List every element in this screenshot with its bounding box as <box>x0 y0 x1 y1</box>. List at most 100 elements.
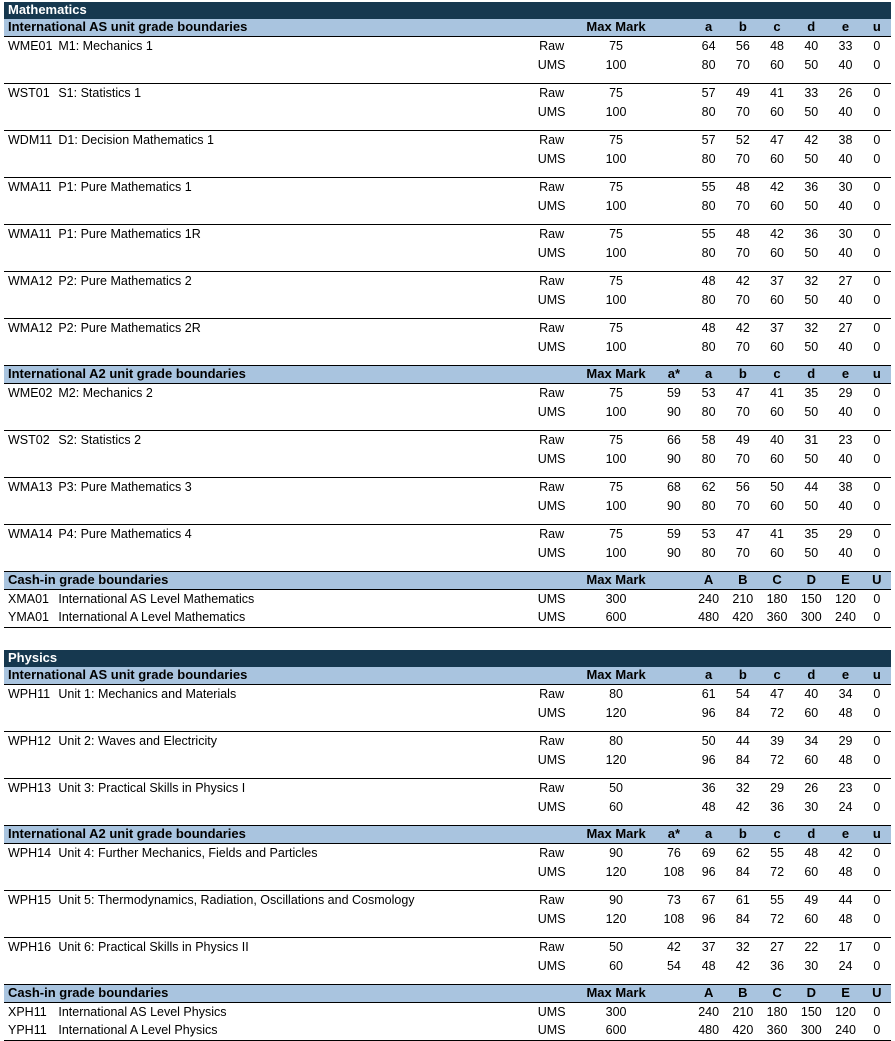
grade-value: 80 <box>701 198 716 213</box>
grade-header: D <box>794 571 829 590</box>
mark-type: Raw <box>539 273 565 288</box>
unit-code: XMA01 <box>8 591 49 606</box>
grade-header: A <box>691 571 726 590</box>
mark-type: UMS <box>537 545 566 560</box>
max-mark-value: 100 <box>605 198 627 213</box>
grade-value: 70 <box>735 245 750 260</box>
grade-value: 64 <box>701 38 716 53</box>
row-separator <box>4 722 891 732</box>
max-mark-value: 50 <box>609 939 624 954</box>
grade-value: 57 <box>701 85 716 100</box>
grade-value: 70 <box>735 498 750 513</box>
grade-value: 240 <box>698 591 720 606</box>
section-header-cashin: Cash-in grade boundaries Max Mark A B C D E U <box>4 984 891 1003</box>
grade-value: 60 <box>770 498 784 513</box>
grade-value: 60 <box>770 104 784 119</box>
unit-title <box>56 704 525 723</box>
grade-value: 0 <box>873 245 881 260</box>
grade-value: 50 <box>804 404 819 419</box>
grade-header: C <box>759 571 795 590</box>
unit-title: International AS Level Mathematics <box>58 591 255 606</box>
mark-type: Raw <box>539 38 565 53</box>
grade-value: 47 <box>770 132 784 147</box>
unit-raw-row: WMA12 P2: Pure Mathematics 2R Raw 75 48 42 37 3… <box>4 319 891 338</box>
grade-header: b <box>725 365 760 384</box>
grade-value: 0 <box>873 591 881 606</box>
unit-code: XPH11 <box>8 1004 47 1019</box>
unit-raw-row: WPH11 Unit 1: Mechanics and Materials Raw 8… <box>4 685 891 704</box>
max-mark-header: Max Mark <box>581 571 657 590</box>
max-mark-value: 75 <box>609 273 623 288</box>
mark-type: UMS <box>537 864 566 879</box>
grade-header: E <box>828 984 863 1003</box>
unit-code <box>4 450 56 469</box>
grade-value: 42 <box>770 226 784 241</box>
mark-type: UMS <box>537 591 566 606</box>
unit-title <box>56 103 525 122</box>
grade-header: a* <box>656 365 692 384</box>
unit-ums-row: UMS 100 80 70 60 50 40 0 <box>4 244 891 263</box>
grade-value: 0 <box>873 498 881 513</box>
grade-value: 31 <box>804 432 819 447</box>
grade-value: 37 <box>770 320 784 335</box>
section-heading: International AS unit grade boundaries <box>4 667 526 685</box>
grade-value: 120 <box>835 1004 856 1019</box>
grade-value: 32 <box>735 939 750 954</box>
unit-code <box>4 150 56 169</box>
max-mark-header: Max Mark <box>581 667 657 685</box>
max-mark-value: 100 <box>605 245 627 260</box>
grade-value: 35 <box>804 526 819 541</box>
grade-value: 96 <box>701 705 716 720</box>
grade-value: 33 <box>838 38 853 53</box>
row-separator <box>4 421 891 431</box>
max-mark-value: 100 <box>605 339 627 354</box>
grade-header: A <box>691 984 726 1003</box>
grade-value: 84 <box>735 752 750 767</box>
grade-value: 80 <box>701 292 716 307</box>
grade-header: c <box>759 667 795 685</box>
unit-ums-row: UMS 120 108 96 84 72 60 48 0 <box>4 863 891 882</box>
row-separator <box>4 928 891 938</box>
grade-value: 40 <box>838 151 853 166</box>
max-mark-value: 100 <box>605 57 627 72</box>
grade-value: 48 <box>838 705 853 720</box>
mark-type: Raw <box>539 939 565 954</box>
mark-type: Raw <box>539 479 565 494</box>
grade-header: b <box>725 19 760 37</box>
section-spacer <box>525 19 582 37</box>
row-separator <box>4 168 891 178</box>
grade-cell-empty <box>656 225 691 244</box>
max-mark-value: 100 <box>605 104 627 119</box>
unit-title <box>56 863 525 882</box>
unit-ums-row: UMS 100 80 70 60 50 40 0 <box>4 150 891 169</box>
unit-ums-row: UMS 100 90 80 70 60 50 40 0 <box>4 497 891 516</box>
unit-raw-row: WMA12 P2: Pure Mathematics 2 Raw 75 48 42 37 32… <box>4 272 891 291</box>
unit-raw-row: WME02 M2: Mechanics 2 Raw 75 59 53 47 41 35 29 0 <box>4 384 891 403</box>
grade-value: 27 <box>770 939 785 954</box>
max-mark-value: 90 <box>609 845 624 860</box>
grade-value: 40 <box>804 38 819 53</box>
mark-type: Raw <box>539 85 565 100</box>
grade-value: 70 <box>735 339 750 354</box>
grade-value: 40 <box>838 545 853 560</box>
grade-header: e <box>828 825 863 844</box>
grade-value: 60 <box>770 404 784 419</box>
grade-value: 40 <box>838 198 853 213</box>
grade-value: 0 <box>862 608 891 628</box>
section-spacer <box>525 825 582 844</box>
grade-value: 120 <box>835 591 856 606</box>
grade-value: 70 <box>735 451 750 466</box>
grade-value: 60 <box>770 57 784 72</box>
grade-value: 50 <box>804 292 819 307</box>
mark-type: Raw <box>539 686 565 701</box>
grade-value: 48 <box>701 799 716 814</box>
grade-value: 37 <box>701 939 716 954</box>
grade-value: 108 <box>663 864 685 879</box>
row-separator <box>4 468 891 478</box>
unit-ums-row: UMS 100 90 80 70 60 50 40 0 <box>4 403 891 422</box>
grade-value: 240 <box>828 1021 863 1041</box>
section-header-a2: International A2 unit grade boundaries Ma… <box>4 825 891 844</box>
cashin-row: YPH11 International A Level Physics UMS 600… <box>4 1021 891 1041</box>
cashin-row: YMA01 International A Level Mathematics UM… <box>4 608 891 628</box>
max-mark-value: 100 <box>605 404 627 419</box>
